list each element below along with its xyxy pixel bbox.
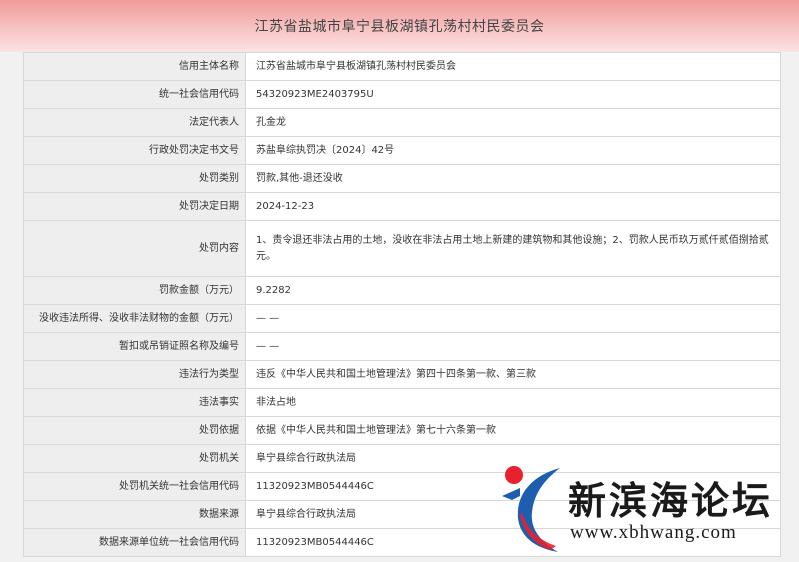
row-value: 苏盐阜综执罚决〔2024〕42号 <box>245 136 781 165</box>
row-label: 数据来源 <box>23 500 246 529</box>
table-row: 行政处罚决定书文号 苏盐阜综执罚决〔2024〕42号 <box>23 136 781 165</box>
xbh-logo-icon <box>502 466 560 552</box>
row-value: — — <box>245 304 781 333</box>
page-title: 江苏省盐城市阜宁县板湖镇孔荡村村民委员会 <box>254 19 545 35</box>
table-row: 处罚依据 依据《中华人民共和国土地管理法》第七十六条第一款 <box>23 416 781 445</box>
table-row: 处罚决定日期 2024-12-23 <box>23 192 781 221</box>
row-label: 处罚依据 <box>23 416 246 445</box>
table-row: 罚款金额（万元） 9.2282 <box>23 276 781 305</box>
row-label: 统一社会信用代码 <box>23 80 246 109</box>
row-label: 处罚机关统一社会信用代码 <box>23 472 246 501</box>
row-label: 违法事实 <box>23 388 246 417</box>
table-row: 法定代表人 孔金龙 <box>23 108 781 137</box>
table-row: 处罚类别 罚款,其他-退还没收 <box>23 164 781 193</box>
page-header: 江苏省盐城市阜宁县板湖镇孔荡村村民委员会 <box>0 0 799 52</box>
table-row: 信用主体名称 江苏省盐城市阜宁县板湖镇孔荡村村民委员会 <box>23 52 781 81</box>
row-label: 处罚机关 <box>23 444 246 473</box>
row-label: 行政处罚决定书文号 <box>23 136 246 165</box>
row-label: 没收违法所得、没收非法财物的金额（万元） <box>23 304 246 333</box>
row-value: 违反《中华人民共和国土地管理法》第四十四条第一款、第三款 <box>245 360 781 389</box>
row-value: 依据《中华人民共和国土地管理法》第七十六条第一款 <box>245 416 781 445</box>
site-name: 新滨海论坛 <box>568 479 774 523</box>
row-label: 处罚内容 <box>23 220 246 277</box>
row-label: 处罚类别 <box>23 164 246 193</box>
table-row: 统一社会信用代码 54320923ME2403795U <box>23 80 781 109</box>
row-label: 处罚决定日期 <box>23 192 246 221</box>
row-label: 数据来源单位统一社会信用代码 <box>23 528 246 557</box>
table-row: 违法行为类型 违反《中华人民共和国土地管理法》第四十四条第一款、第三款 <box>23 360 781 389</box>
row-value: 罚款,其他-退还没收 <box>245 164 781 193</box>
table-row: 没收违法所得、没收非法财物的金额（万元） — — <box>23 304 781 333</box>
row-value: 非法占地 <box>245 388 781 417</box>
row-value: 江苏省盐城市阜宁县板湖镇孔荡村村民委员会 <box>245 52 781 81</box>
table-row: 暂扣或吊销证照名称及编号 — — <box>23 332 781 361</box>
table-row: 违法事实 非法占地 <box>23 388 781 417</box>
site-url: www.xbhwang.com <box>570 522 737 543</box>
row-value: — — <box>245 332 781 361</box>
table-row: 处罚内容 1、责令退还非法占用的土地，没收在非法占用土地上新建的建筑物和其他设施… <box>23 220 781 277</box>
row-label: 法定代表人 <box>23 108 246 137</box>
row-label: 违法行为类型 <box>23 360 246 389</box>
row-value: 孔金龙 <box>245 108 781 137</box>
row-value: 9.2282 <box>245 276 781 305</box>
row-label: 信用主体名称 <box>23 52 246 81</box>
row-value: 1、责令退还非法占用的土地，没收在非法占用土地上新建的建筑物和其他设施；2、罚款… <box>245 220 781 277</box>
row-value: 54320923ME2403795U <box>245 80 781 109</box>
row-label: 暂扣或吊销证照名称及编号 <box>23 332 246 361</box>
site-watermark: 新滨海论坛 www.xbhwang.com <box>500 462 790 557</box>
row-value: 2024-12-23 <box>245 192 781 221</box>
row-label: 罚款金额（万元） <box>23 276 246 305</box>
